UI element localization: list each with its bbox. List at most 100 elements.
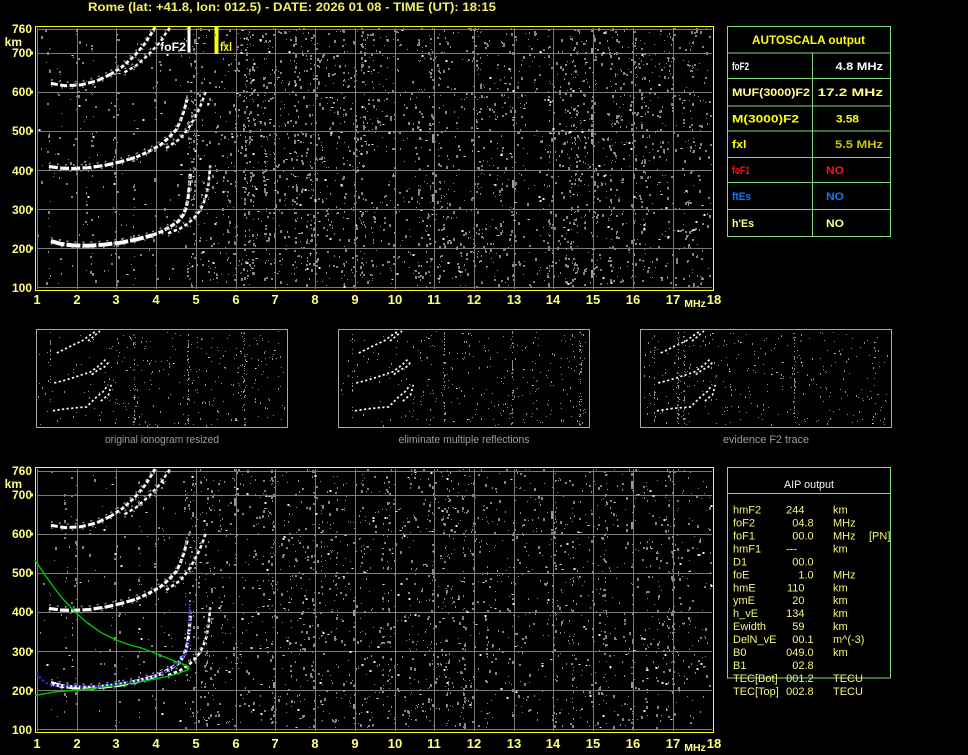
svg-text:11: 11 — [427, 292, 441, 307]
svg-text:5.5 MHz: 5.5 MHz — [835, 139, 884, 151]
svg-text:foF2: foF2 — [732, 61, 749, 73]
svg-text:18: 18 — [707, 736, 721, 751]
svg-text:760: 760 — [12, 464, 32, 478]
svg-text:00: 00 — [792, 556, 804, 568]
svg-text:4: 4 — [152, 292, 160, 307]
svg-text:.0: .0 — [805, 647, 814, 659]
svg-text:.8: .8 — [805, 660, 814, 672]
svg-text:6: 6 — [232, 292, 239, 307]
svg-text:MUF(3000)F2: MUF(3000)F2 — [732, 87, 810, 99]
svg-text:1: 1 — [33, 292, 40, 307]
svg-text:.0: .0 — [805, 569, 814, 581]
svg-text:600: 600 — [12, 85, 32, 99]
svg-text:fxl: fxl — [220, 42, 232, 54]
svg-text:02: 02 — [792, 660, 804, 672]
svg-text:9: 9 — [351, 736, 358, 751]
svg-text:6: 6 — [232, 736, 239, 751]
svg-text:59: 59 — [792, 621, 804, 633]
svg-text:244: 244 — [786, 505, 804, 517]
svg-text:5: 5 — [192, 736, 199, 751]
svg-text:3: 3 — [112, 736, 119, 751]
svg-text:eliminate multiple reflections: eliminate multiple reflections — [399, 434, 530, 446]
svg-text:foF2: foF2 — [733, 518, 755, 530]
svg-text:14: 14 — [546, 736, 561, 751]
svg-text:foE: foE — [733, 569, 750, 581]
svg-text:[PN]: [PN] — [869, 531, 890, 543]
svg-text:200: 200 — [12, 684, 32, 698]
svg-text:evidence F2 trace: evidence F2 trace — [723, 434, 809, 446]
svg-text:B0: B0 — [733, 647, 746, 659]
svg-text:foF2: foF2 — [160, 42, 186, 54]
svg-text:NO: NO — [826, 165, 844, 177]
svg-text:D1: D1 — [733, 556, 747, 568]
svg-text:15: 15 — [586, 292, 600, 307]
svg-text:MHz: MHz — [833, 569, 856, 581]
svg-text:8: 8 — [311, 736, 318, 751]
svg-text:MHz: MHz — [684, 742, 706, 754]
svg-text:Rome (lat: +41.8, lon: 012.5): Rome (lat: +41.8, lon: 012.5) - DATE: 20… — [88, 2, 497, 14]
svg-text:200: 200 — [12, 242, 32, 256]
svg-text:MHz: MHz — [833, 518, 856, 530]
svg-text:AIP output: AIP output — [784, 479, 834, 491]
svg-text:m^(-3): m^(-3) — [833, 634, 864, 646]
svg-text:.8: .8 — [805, 518, 814, 530]
svg-text:4.8 MHz: 4.8 MHz — [836, 61, 884, 73]
svg-text:NO: NO — [826, 218, 844, 230]
svg-text:foF1: foF1 — [733, 531, 755, 543]
svg-text:18: 18 — [707, 292, 721, 307]
svg-text:.0: .0 — [805, 531, 814, 543]
svg-text:2: 2 — [73, 292, 80, 307]
svg-text:ymE: ymE — [733, 595, 755, 607]
svg-text:AUTOSCALA output: AUTOSCALA output — [752, 33, 865, 47]
svg-text:17: 17 — [666, 292, 680, 307]
svg-text:300: 300 — [12, 203, 32, 217]
svg-text:700: 700 — [12, 46, 32, 60]
svg-text:DelN_vE: DelN_vE — [733, 634, 776, 646]
svg-text:17.2 MHz: 17.2 MHz — [818, 87, 884, 99]
svg-text:h'Es: h'Es — [732, 218, 754, 230]
svg-text:100: 100 — [12, 281, 32, 295]
svg-text:km: km — [833, 505, 848, 517]
svg-text:10: 10 — [388, 736, 402, 751]
svg-text:500: 500 — [12, 124, 32, 138]
svg-text:700: 700 — [12, 488, 32, 502]
svg-text:16: 16 — [626, 736, 640, 751]
svg-text:---: --- — [786, 544, 797, 556]
svg-text:002: 002 — [786, 686, 804, 698]
svg-text:km: km — [833, 595, 848, 607]
svg-text:1: 1 — [33, 736, 40, 751]
svg-text:400: 400 — [12, 164, 32, 178]
svg-text:hmF1: hmF1 — [733, 544, 761, 556]
svg-text:.8: .8 — [805, 686, 814, 698]
svg-text:TEC[Bot]: TEC[Bot] — [733, 673, 778, 685]
svg-text:Ewidth: Ewidth — [733, 621, 766, 633]
svg-text:km: km — [833, 608, 848, 620]
svg-text:13: 13 — [507, 736, 521, 751]
svg-text:100: 100 — [12, 723, 32, 737]
svg-text:NO: NO — [826, 191, 844, 203]
svg-text:km: km — [833, 582, 848, 594]
svg-text:8: 8 — [311, 292, 318, 307]
svg-text:3: 3 — [112, 292, 119, 307]
svg-text:.2: .2 — [805, 673, 814, 685]
svg-text:foF1: foF1 — [732, 165, 750, 177]
svg-text:10: 10 — [388, 292, 402, 307]
svg-text:hmE: hmE — [733, 582, 756, 594]
svg-text:049: 049 — [786, 647, 804, 659]
svg-text:110: 110 — [787, 582, 805, 594]
svg-text:3.58: 3.58 — [836, 114, 859, 126]
svg-text:9: 9 — [351, 292, 358, 307]
svg-text:15: 15 — [586, 736, 600, 751]
svg-text:M(3000)F2: M(3000)F2 — [732, 114, 799, 126]
svg-text:TECU: TECU — [833, 686, 863, 698]
svg-text:13: 13 — [507, 292, 521, 307]
svg-text:500: 500 — [12, 566, 32, 580]
svg-text:TECU: TECU — [833, 673, 863, 685]
svg-text:km: km — [833, 621, 848, 633]
svg-text:600: 600 — [12, 527, 32, 541]
svg-text:km: km — [833, 544, 848, 556]
svg-text:B1: B1 — [733, 660, 746, 672]
svg-text:4: 4 — [152, 736, 160, 751]
svg-text:300: 300 — [12, 645, 32, 659]
svg-text:2: 2 — [73, 736, 80, 751]
